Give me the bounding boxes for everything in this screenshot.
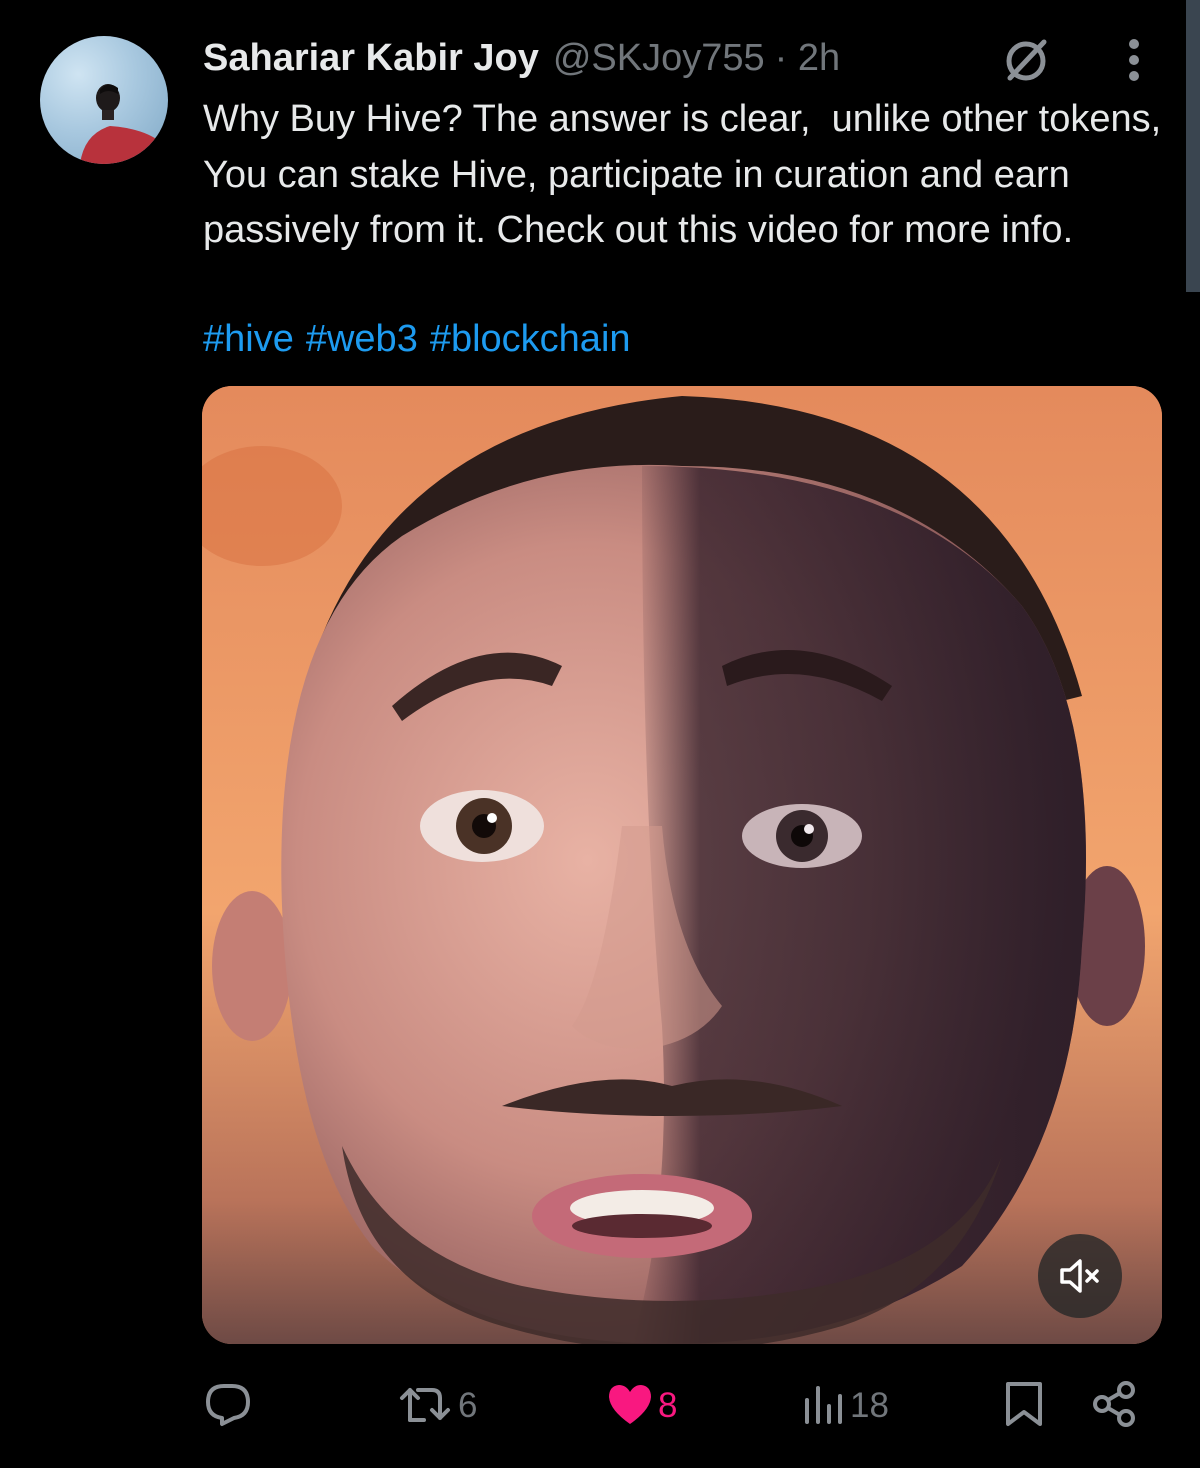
video-player[interactable]	[202, 386, 1162, 1344]
hashtag-list: #hive #web3 #blockchain	[203, 312, 643, 367]
tweet-text: Why Buy Hive? The answer is clear, unlik…	[203, 98, 1172, 251]
views-count: 18	[850, 1386, 889, 1425]
views-icon	[802, 1382, 846, 1431]
mute-icon	[1058, 1256, 1102, 1296]
video-frame	[202, 386, 1162, 1344]
more-icon[interactable]	[1116, 34, 1152, 86]
hashtag-link[interactable]: #web3	[306, 318, 418, 360]
bookmark-button[interactable]	[1004, 1366, 1044, 1446]
hashtag-link[interactable]: #blockchain	[430, 318, 631, 360]
heart-icon	[606, 1382, 654, 1431]
reply-button[interactable]	[204, 1366, 252, 1446]
bookmark-icon	[1004, 1380, 1044, 1433]
hashtag-link[interactable]: #hive	[203, 318, 294, 360]
scrollbar-thumb[interactable]	[1186, 0, 1200, 292]
reply-icon	[204, 1380, 252, 1433]
like-count: 8	[658, 1386, 678, 1425]
repost-icon	[398, 1380, 454, 1433]
action-bar: 6 8 18	[0, 1366, 1200, 1446]
avatar[interactable]	[40, 36, 168, 164]
tweet-header: Sahariar Kabir Joy @SKJoy755 · 2h	[203, 34, 840, 82]
like-button[interactable]: 8	[606, 1366, 677, 1446]
timestamp[interactable]: · 2h	[775, 37, 840, 80]
grok-icon[interactable]	[1000, 32, 1054, 86]
share-icon	[1090, 1380, 1138, 1433]
repost-count: 6	[458, 1386, 478, 1425]
author-name[interactable]: Sahariar Kabir Joy	[203, 37, 539, 80]
share-button[interactable]	[1090, 1366, 1138, 1446]
views-button[interactable]: 18	[802, 1366, 889, 1446]
author-handle[interactable]: @SKJoy755	[553, 37, 765, 80]
repost-button[interactable]: 6	[398, 1366, 477, 1446]
mute-button[interactable]	[1038, 1234, 1122, 1318]
